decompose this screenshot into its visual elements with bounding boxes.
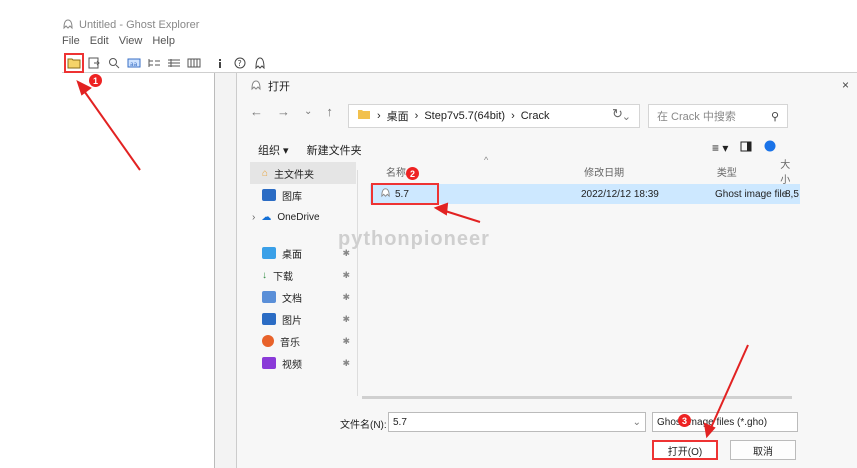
annotation-arrowhead-2 (433, 202, 449, 216)
annotation-arrows (76, 80, 749, 439)
annotation-arrow-1 (81, 87, 141, 171)
annotation-arrow-3 (709, 344, 749, 431)
annotation-arrowhead-1 (76, 80, 92, 96)
annotation-arrow-2 (441, 209, 481, 223)
